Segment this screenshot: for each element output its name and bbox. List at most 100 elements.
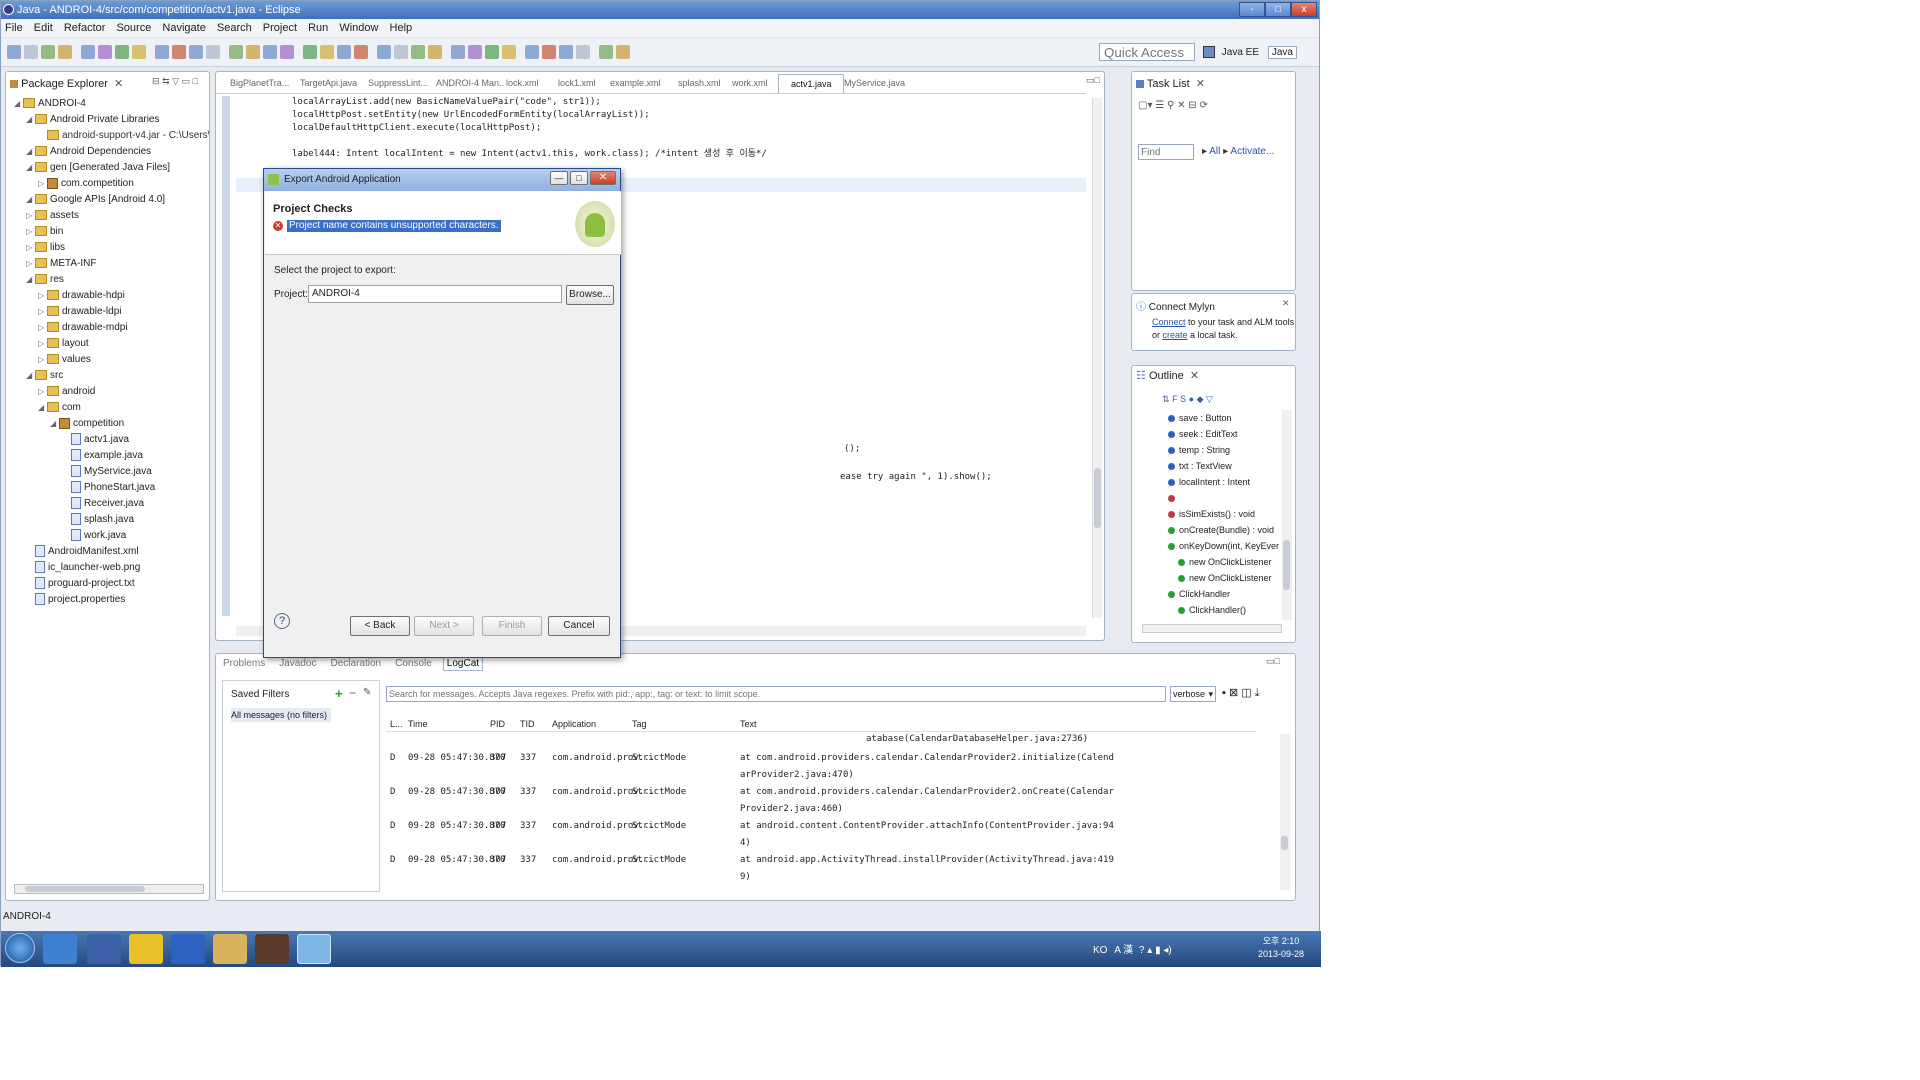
finish-button[interactable]: Finish xyxy=(482,616,542,636)
menu-source[interactable]: Source xyxy=(116,22,151,34)
collapse-icon[interactable]: ⊟ xyxy=(1188,100,1196,111)
toolbar-button-icon[interactable] xyxy=(411,45,425,59)
collapse-all-icon[interactable]: ⊟ xyxy=(152,76,160,86)
toolbar-button-icon[interactable] xyxy=(115,45,129,59)
toolbar-button-icon[interactable] xyxy=(172,45,186,59)
toolbar-button-icon[interactable] xyxy=(576,45,590,59)
all-messages-filter[interactable]: All messages (no filters) xyxy=(231,708,331,722)
toolbar-button-icon[interactable] xyxy=(616,45,630,59)
toolbar-button-icon[interactable] xyxy=(542,45,556,59)
editor-tab[interactable]: ANDROI-4 Man... xyxy=(424,74,504,92)
tree-item[interactable]: ◢ gen [Generated Java Files] xyxy=(26,160,170,176)
minimize-editor-icon[interactable]: ▭ xyxy=(1086,75,1095,85)
clock[interactable]: 오후 2:10 2013-09-28 xyxy=(1253,935,1309,963)
tree-toggle-icon[interactable]: ▷ xyxy=(38,288,47,304)
menu-run[interactable]: Run xyxy=(308,22,328,34)
maximize-button[interactable]: □ xyxy=(1265,2,1291,17)
tree-toggle-icon[interactable]: ▷ xyxy=(26,240,35,256)
task-activate-link[interactable]: Activate... xyxy=(1230,146,1274,157)
tree-item[interactable]: AndroidManifest.xml xyxy=(26,544,139,560)
tree-toggle-icon[interactable]: ▷ xyxy=(26,224,35,240)
categorize-icon[interactable]: ☰ xyxy=(1155,100,1164,111)
toolbar-button-icon[interactable] xyxy=(354,45,368,59)
help-icon[interactable]: ? xyxy=(1139,945,1145,956)
tree-toggle-icon[interactable]: ▷ xyxy=(38,176,47,192)
toolbar-button-icon[interactable] xyxy=(485,45,499,59)
logcat-scrollbar[interactable] xyxy=(1280,734,1290,890)
toolbar-button-icon[interactable] xyxy=(599,45,613,59)
tree-item[interactable]: ◢ competition xyxy=(50,416,124,432)
tree-item[interactable]: PhoneStart.java xyxy=(62,480,155,496)
minimize-bottom-icon[interactable]: ▭ xyxy=(1266,656,1275,666)
toolbar-button-icon[interactable] xyxy=(229,45,243,59)
bottom-tab[interactable]: Console xyxy=(392,657,435,670)
kakaotalk-icon[interactable] xyxy=(129,934,163,964)
view-menu-icon[interactable]: ▽ xyxy=(172,76,179,86)
toolbar-button-icon[interactable] xyxy=(81,45,95,59)
outline-item[interactable]: onKeyDown(int, KeyEver xyxy=(1168,538,1279,554)
hide-nonpublic-icon[interactable]: ● xyxy=(1189,394,1194,404)
filter-icon[interactable]: ⚲ xyxy=(1167,100,1174,111)
editor-vertical-scrollbar[interactable] xyxy=(1092,98,1102,618)
outline-item[interactable] xyxy=(1168,490,1179,506)
editor-tab[interactable]: BigPlanetTra... xyxy=(218,74,298,92)
tree-toggle-icon[interactable]: ▷ xyxy=(26,208,35,224)
toolbar-button-icon[interactable] xyxy=(98,45,112,59)
toolbar-button-icon[interactable] xyxy=(502,45,516,59)
internet-explorer-icon[interactable] xyxy=(43,934,77,964)
menu-help[interactable]: Help xyxy=(390,22,413,34)
menu-window[interactable]: Window xyxy=(339,22,378,34)
close-mylyn-icon[interactable]: ✕ xyxy=(1282,298,1290,309)
tree-item[interactable]: ▷ com.competition xyxy=(38,176,134,192)
menu-navigate[interactable]: Navigate xyxy=(162,22,205,34)
tree-item[interactable]: ▷ drawable-hdpi xyxy=(38,288,125,304)
document-app-icon[interactable] xyxy=(171,934,205,964)
outline-item[interactable]: ... xyxy=(1178,618,1197,620)
dialog-minimize-button[interactable]: — xyxy=(550,171,568,185)
help-icon[interactable]: ? xyxy=(274,613,290,629)
hide-static-icon[interactable]: S xyxy=(1180,394,1186,404)
editor-tab[interactable]: TargetApi.java xyxy=(288,74,366,92)
tree-item[interactable]: ▷ values xyxy=(38,352,91,368)
bottom-tab[interactable]: Declaration xyxy=(328,657,385,670)
tree-item[interactable]: ◢ Google APIs [Android 4.0] xyxy=(26,192,165,208)
outline-item[interactable]: localIntent : Intent xyxy=(1168,474,1250,490)
logcat-column-header[interactable]: PID xyxy=(490,716,505,732)
toolbar-button-icon[interactable] xyxy=(41,45,55,59)
tree-item[interactable]: ▷ META-INF xyxy=(26,256,96,272)
toolbar-button-icon[interactable] xyxy=(559,45,573,59)
logcat-search-input[interactable] xyxy=(386,686,1166,702)
logcat-column-header[interactable]: Application xyxy=(552,716,596,732)
toolbar-button-icon[interactable] xyxy=(24,45,38,59)
logcat-row[interactable]: D 09-28 05:47:30.870 307 337 com.android.pro… xyxy=(386,818,1266,852)
editor-tab[interactable]: example.xml xyxy=(598,74,676,92)
tree-item[interactable]: ◢ com xyxy=(38,400,81,416)
task-find-input[interactable] xyxy=(1138,144,1194,160)
toolbar-button-icon[interactable] xyxy=(58,45,72,59)
log-level-select[interactable]: verbose ▾ xyxy=(1170,686,1216,702)
outline-item[interactable]: temp : String xyxy=(1168,442,1230,458)
browse-button[interactable]: Browse... xyxy=(566,285,614,305)
app-icon[interactable] xyxy=(255,934,289,964)
tree-toggle-icon[interactable]: ◢ xyxy=(14,96,23,112)
tree-item[interactable]: actv1.java xyxy=(62,432,129,448)
close-task-list-icon[interactable]: ✕ xyxy=(1196,78,1205,90)
tree-item[interactable]: ◢ src xyxy=(26,368,63,384)
link-editor-icon[interactable]: ⇆ xyxy=(162,76,170,86)
outline-item[interactable]: isSimExists() : void xyxy=(1168,506,1255,522)
visual-studio-icon[interactable] xyxy=(87,934,121,964)
remove-icon[interactable]: ✕ xyxy=(1177,100,1185,111)
outline-tab[interactable]: Outline xyxy=(1149,370,1184,382)
toolbar-button-icon[interactable] xyxy=(428,45,442,59)
toolbar-button-icon[interactable] xyxy=(280,45,294,59)
outline-item[interactable]: onCreate(Bundle) : void xyxy=(1168,522,1274,538)
clear-log-icon[interactable]: ⊠ xyxy=(1229,687,1238,699)
toolbar-button-icon[interactable] xyxy=(451,45,465,59)
outline-item[interactable]: save : Button xyxy=(1168,410,1232,426)
close-tab-icon[interactable]: ✕ xyxy=(114,78,123,90)
logcat-row[interactable]: D 09-28 05:47:30.870 307 337 com.android.pro… xyxy=(386,750,1266,784)
new-task-icon[interactable]: ▢▾ xyxy=(1138,100,1152,111)
toolbar-button-icon[interactable] xyxy=(132,45,146,59)
outline-item[interactable]: ClickHandler() xyxy=(1178,602,1246,618)
toolbar-button-icon[interactable] xyxy=(303,45,317,59)
